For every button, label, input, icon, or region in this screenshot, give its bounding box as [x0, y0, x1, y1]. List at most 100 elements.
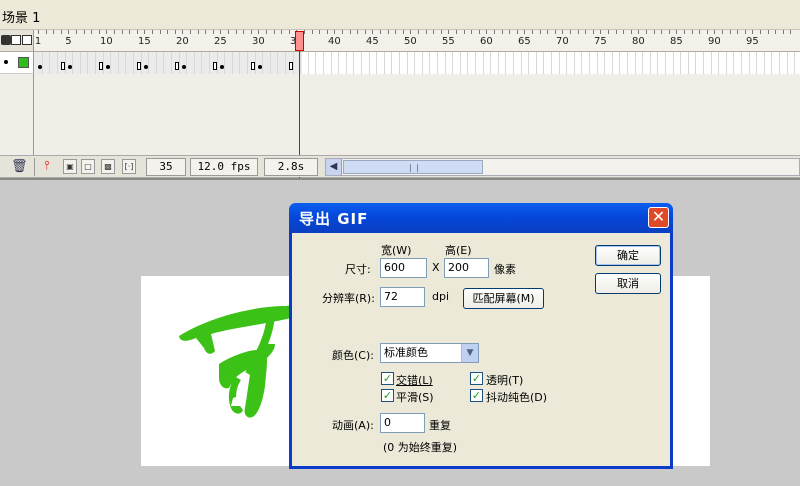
close-icon[interactable]: ✕	[648, 207, 669, 228]
dialog-title: 导出 GIF	[299, 210, 369, 228]
ruler-tick	[91, 30, 93, 34]
ruler-label: 90	[708, 36, 721, 47]
frame-cell	[444, 52, 446, 74]
size-label: 尺寸:	[345, 263, 371, 276]
keyframe[interactable]	[38, 65, 42, 69]
ruler-tick	[433, 30, 435, 34]
frame-rate-field[interactable]: 12.0 fps	[190, 158, 258, 176]
ruler-tick	[304, 30, 305, 34]
keyframe-end[interactable]	[60, 62, 65, 70]
keyframe-end[interactable]	[174, 62, 179, 70]
lock-icon[interactable]	[11, 35, 21, 45]
playhead-marker[interactable]	[295, 31, 304, 51]
ruler-tick	[121, 30, 123, 34]
keyframe-end[interactable]	[98, 62, 103, 70]
width-input[interactable]: 600	[380, 258, 427, 278]
frame-track[interactable]	[34, 52, 800, 74]
frame-cell	[133, 52, 134, 74]
onion-skin-icon[interactable]: ▣	[63, 159, 77, 174]
frame-cell	[125, 52, 127, 74]
ruler-tick	[767, 30, 769, 34]
timeline-ruler[interactable]: 15101520253035404550556065707580859095	[34, 30, 800, 52]
ruler-tick	[684, 30, 685, 34]
resolution-input[interactable]: 72	[380, 287, 425, 307]
show-hide-icon[interactable]	[1, 35, 11, 45]
frame-cell	[155, 52, 157, 74]
transparent-checkbox[interactable]: ✓	[470, 372, 483, 385]
modify-onion-markers-icon[interactable]: [·]	[122, 159, 136, 174]
frame-cell	[687, 52, 689, 74]
ruler-tick	[167, 30, 169, 34]
frame-cell	[49, 52, 51, 74]
transparent-label[interactable]: 透明(T)	[486, 372, 523, 388]
frame-cell	[786, 52, 788, 74]
dither-checkbox[interactable]: ✓	[470, 389, 483, 402]
frame-cell	[543, 52, 545, 74]
ruler-tick	[440, 30, 442, 34]
ok-button[interactable]: 确定	[595, 245, 661, 266]
frame-cell	[657, 52, 659, 74]
interlace-label[interactable]: 交错(L)	[396, 372, 433, 388]
smooth-checkbox[interactable]: ✓	[381, 389, 394, 402]
frame-cell	[627, 52, 628, 74]
scroll-thumb[interactable]	[343, 160, 483, 174]
frame-cell	[399, 52, 400, 74]
ruler-tick	[76, 30, 77, 34]
layer-outline-color[interactable]	[18, 57, 29, 68]
interlace-checkbox[interactable]: ✓	[381, 372, 394, 385]
ruler-tick	[744, 30, 746, 34]
ruler-tick	[554, 30, 556, 34]
ruler-tick	[577, 30, 579, 34]
ruler-label: 15	[138, 36, 151, 47]
keyframe-end[interactable]	[212, 62, 217, 70]
smooth-label[interactable]: 平滑(S)	[396, 389, 434, 405]
frame-cell	[277, 52, 279, 74]
onion-skin-outline-icon[interactable]: □	[81, 159, 95, 174]
colors-select[interactable]: 标准颜色 ▼	[380, 343, 479, 363]
frame-cell	[794, 52, 796, 74]
trash-icon[interactable]: 🗑	[11, 159, 28, 174]
dialog-title-bar[interactable]: 导出 GIF ✕	[289, 203, 673, 233]
ruler-tick	[326, 30, 328, 34]
match-screen-button[interactable]: 匹配屏幕(M)	[463, 288, 544, 309]
keyframe-end[interactable]	[288, 62, 293, 70]
keyframe-end[interactable]	[136, 62, 141, 70]
height-header: 高(E)	[445, 244, 472, 257]
outline-icon[interactable]	[22, 35, 32, 45]
dither-label[interactable]: 抖动纯色(D)	[486, 389, 547, 405]
ruler-tick	[136, 30, 138, 34]
ruler-tick	[364, 30, 366, 34]
ruler-label: 85	[670, 36, 683, 47]
ruler-tick	[250, 30, 252, 34]
frame-cell	[482, 52, 484, 74]
ruler-tick	[676, 30, 678, 34]
height-input[interactable]: 200	[444, 258, 489, 278]
center-frame-icon[interactable]: ⫯	[40, 159, 54, 174]
ruler-tick	[266, 30, 267, 34]
animation-repeat-input[interactable]: 0	[380, 413, 425, 433]
layer-row[interactable]	[0, 52, 34, 74]
frame-cell	[581, 52, 583, 74]
frame-cell	[57, 52, 58, 74]
ruler-tick	[342, 30, 343, 34]
scroll-left-icon[interactable]: ◀	[326, 159, 342, 175]
layer-visible-dot[interactable]	[4, 60, 8, 64]
ruler-label: 80	[632, 36, 645, 47]
timeline-scrollbar[interactable]: ◀	[325, 158, 800, 176]
ruler-tick	[402, 30, 404, 34]
frame-cell	[383, 52, 385, 74]
frame-cell	[429, 52, 431, 74]
ruler-tick	[668, 30, 670, 34]
edit-multiple-frames-icon[interactable]: ▩	[101, 159, 115, 174]
frame-cell	[406, 52, 408, 74]
scroll-grip-icon	[410, 164, 418, 172]
ruler-tick	[494, 30, 495, 34]
cancel-button[interactable]: 取消	[595, 273, 661, 294]
chevron-down-icon[interactable]: ▼	[461, 344, 478, 362]
ruler-label: 95	[746, 36, 759, 47]
repeat-label: 重复	[429, 419, 451, 432]
ruler-tick	[425, 30, 427, 34]
repeat-hint: (0 为始终重复)	[383, 441, 458, 454]
keyframe-end[interactable]	[250, 62, 255, 70]
frame-cell	[513, 52, 514, 74]
